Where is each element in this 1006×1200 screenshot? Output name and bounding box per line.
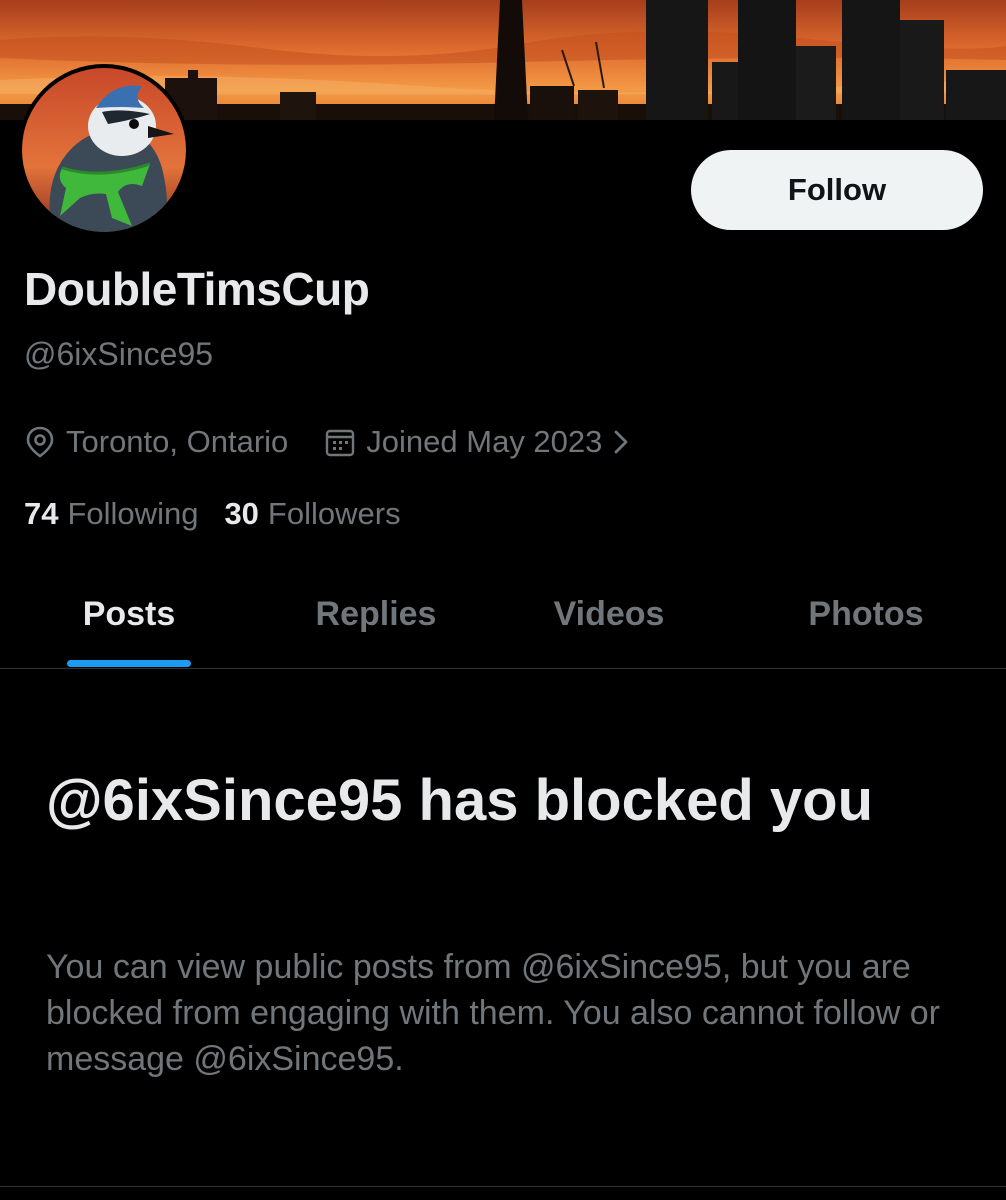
profile-meta-row: Toronto, Ontario Joined May 2023 [24, 420, 640, 464]
tab-replies[interactable]: Replies [280, 560, 472, 668]
profile-handle: @6ixSince95 [24, 336, 214, 372]
location-item: Toronto, Ontario [24, 424, 288, 460]
blocked-title: @6ixSince95 has blocked you [46, 768, 874, 833]
following-label: Following [67, 496, 199, 531]
followers-count: 30 [224, 496, 259, 531]
divider [0, 1186, 1006, 1187]
profile-avatar[interactable] [18, 64, 190, 236]
follow-button[interactable]: Follow [691, 150, 983, 230]
blocked-description: You can view public posts from @6ixSince… [46, 948, 940, 1078]
map-pin-icon [26, 426, 54, 458]
joined-item[interactable]: Joined May 2023 [324, 424, 640, 460]
followers-link[interactable]: 30 Followers [224, 496, 400, 532]
following-link[interactable]: 74 Following [24, 496, 198, 532]
blue-jay-avatar-image [22, 68, 186, 232]
chevron-right-icon [615, 430, 628, 454]
profile-display-name: DoubleTimsCup [24, 263, 370, 315]
tab-videos[interactable]: Videos [520, 560, 698, 668]
joined-text: Joined May 2023 [366, 424, 603, 459]
tab-photos[interactable]: Photos [770, 560, 962, 668]
follow-counts: 74 Following 30 Followers [24, 496, 427, 532]
active-tab-indicator [67, 660, 191, 667]
tab-posts[interactable]: Posts [40, 560, 218, 668]
following-count: 74 [24, 496, 59, 531]
calendar-icon [326, 429, 355, 457]
followers-label: Followers [267, 496, 401, 531]
profile-tabs: Posts Replies Videos Photos [0, 560, 1006, 669]
location-text: Toronto, Ontario [66, 424, 289, 459]
